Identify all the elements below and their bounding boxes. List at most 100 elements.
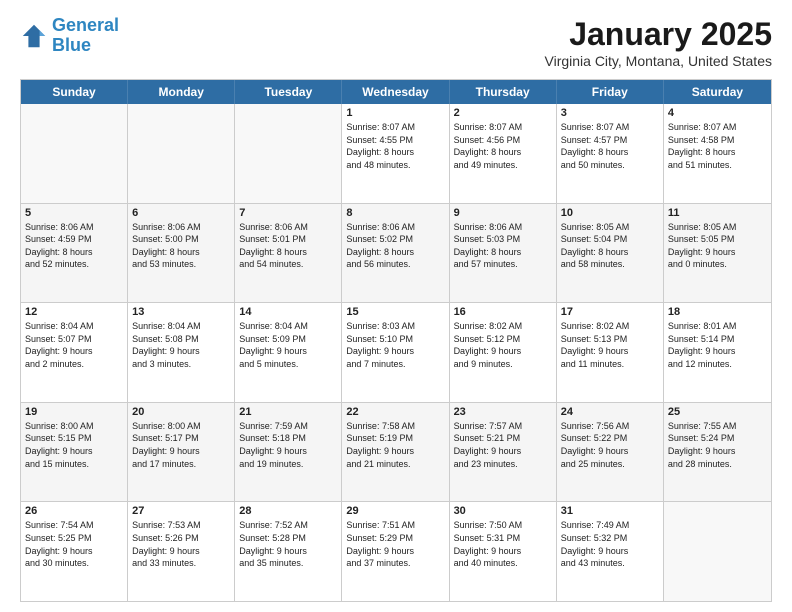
day-info: Sunrise: 8:04 AM Sunset: 5:09 PM Dayligh…: [239, 320, 337, 370]
logo-text: General Blue: [52, 16, 119, 56]
day-number: 30: [454, 505, 552, 517]
day-number: 8: [346, 207, 444, 219]
day-info: Sunrise: 8:06 AM Sunset: 5:02 PM Dayligh…: [346, 221, 444, 271]
month-title: January 2025: [545, 16, 773, 53]
day-number: 4: [668, 107, 767, 119]
day-info: Sunrise: 8:02 AM Sunset: 5:12 PM Dayligh…: [454, 320, 552, 370]
day-number: 3: [561, 107, 659, 119]
day-cell-29: 29Sunrise: 7:51 AM Sunset: 5:29 PM Dayli…: [342, 502, 449, 601]
logo: General Blue: [20, 16, 119, 56]
day-number: 31: [561, 505, 659, 517]
weekday-header-thursday: Thursday: [450, 80, 557, 104]
day-info: Sunrise: 7:51 AM Sunset: 5:29 PM Dayligh…: [346, 519, 444, 569]
day-info: Sunrise: 7:54 AM Sunset: 5:25 PM Dayligh…: [25, 519, 123, 569]
day-cell-31: 31 Sunrise: 7:49 AM Sunset: 5:32 PM Dayli…: [557, 502, 664, 601]
day-info: Sunrise: 7:53 AM Sunset: 5:26 PM Dayligh…: [132, 519, 230, 569]
day-cell-3: 3 Sunrise: 8:07 AM Sunset: 4:57 PM Daylig…: [557, 104, 664, 203]
day-cell-20: 20Sunrise: 8:00 AM Sunset: 5:17 PM Dayli…: [128, 403, 235, 502]
logo-line1: General: [52, 15, 119, 35]
subtitle: Virginia City, Montana, United States: [545, 53, 773, 69]
day-number: 26: [25, 505, 123, 517]
day-info: Sunrise: 8:00 AM Sunset: 5:15 PM Dayligh…: [25, 420, 123, 470]
day-number: 10: [561, 207, 659, 219]
day-info: Sunrise: 7:49 AM Sunset: 5:32 PM Dayligh…: [561, 519, 659, 569]
day-info: Sunrise: 8:03 AM Sunset: 5:10 PM Dayligh…: [346, 320, 444, 370]
title-block: January 2025 Virginia City, Montana, Uni…: [545, 16, 773, 69]
logo-line2: Blue: [52, 35, 91, 55]
day-cell-13: 13 Sunrise: 8:04 AM Sunset: 5:08 PM Dayli…: [128, 303, 235, 402]
day-number: 27: [132, 505, 230, 517]
day-info: Sunrise: 8:06 AM Sunset: 5:03 PM Dayligh…: [454, 221, 552, 271]
day-info: Sunrise: 7:58 AM Sunset: 5:19 PM Dayligh…: [346, 420, 444, 470]
day-number: 2: [454, 107, 552, 119]
empty-cell: [664, 502, 771, 601]
day-number: 9: [454, 207, 552, 219]
day-info: Sunrise: 7:59 AM Sunset: 5:18 PM Dayligh…: [239, 420, 337, 470]
day-info: Sunrise: 8:05 AM Sunset: 5:04 PM Dayligh…: [561, 221, 659, 271]
day-cell-25: 25 Sunrise: 7:55 AM Sunset: 5:24 PM Dayli…: [664, 403, 771, 502]
day-number: 12: [25, 306, 123, 318]
weekday-header-wednesday: Wednesday: [342, 80, 449, 104]
empty-cell: [235, 104, 342, 203]
day-info: Sunrise: 8:02 AM Sunset: 5:13 PM Dayligh…: [561, 320, 659, 370]
day-cell-11: 11Sunrise: 8:05 AM Sunset: 5:05 PM Dayli…: [664, 204, 771, 303]
day-number: 24: [561, 406, 659, 418]
calendar-header: SundayMondayTuesdayWednesdayThursdayFrid…: [21, 80, 771, 104]
day-number: 16: [454, 306, 552, 318]
day-cell-15: 15 Sunrise: 8:03 AM Sunset: 5:10 PM Dayli…: [342, 303, 449, 402]
day-cell-18: 18 Sunrise: 8:01 AM Sunset: 5:14 PM Dayli…: [664, 303, 771, 402]
day-number: 5: [25, 207, 123, 219]
day-cell-4: 4Sunrise: 8:07 AM Sunset: 4:58 PM Daylig…: [664, 104, 771, 203]
calendar-row-1: 1 Sunrise: 8:07 AM Sunset: 4:55 PM Daylig…: [21, 104, 771, 204]
calendar-row-2: 5 Sunrise: 8:06 AM Sunset: 4:59 PM Daylig…: [21, 204, 771, 304]
weekday-header-friday: Friday: [557, 80, 664, 104]
day-cell-22: 22 Sunrise: 7:58 AM Sunset: 5:19 PM Dayli…: [342, 403, 449, 502]
day-cell-2: 2Sunrise: 8:07 AM Sunset: 4:56 PM Daylig…: [450, 104, 557, 203]
day-cell-24: 24 Sunrise: 7:56 AM Sunset: 5:22 PM Dayli…: [557, 403, 664, 502]
day-info: Sunrise: 8:05 AM Sunset: 5:05 PM Dayligh…: [668, 221, 767, 271]
day-cell-6: 6Sunrise: 8:06 AM Sunset: 5:00 PM Daylig…: [128, 204, 235, 303]
day-number: 6: [132, 207, 230, 219]
day-info: Sunrise: 7:55 AM Sunset: 5:24 PM Dayligh…: [668, 420, 767, 470]
day-cell-28: 28Sunrise: 7:52 AM Sunset: 5:28 PM Dayli…: [235, 502, 342, 601]
day-cell-27: 27 Sunrise: 7:53 AM Sunset: 5:26 PM Dayli…: [128, 502, 235, 601]
weekday-header-sunday: Sunday: [21, 80, 128, 104]
day-number: 1: [346, 107, 444, 119]
day-info: Sunrise: 8:01 AM Sunset: 5:14 PM Dayligh…: [668, 320, 767, 370]
day-number: 22: [346, 406, 444, 418]
day-info: Sunrise: 8:07 AM Sunset: 4:57 PM Dayligh…: [561, 121, 659, 171]
day-cell-26: 26 Sunrise: 7:54 AM Sunset: 5:25 PM Dayli…: [21, 502, 128, 601]
day-info: Sunrise: 8:04 AM Sunset: 5:08 PM Dayligh…: [132, 320, 230, 370]
day-cell-8: 8 Sunrise: 8:06 AM Sunset: 5:02 PM Daylig…: [342, 204, 449, 303]
day-number: 15: [346, 306, 444, 318]
day-number: 19: [25, 406, 123, 418]
day-info: Sunrise: 7:56 AM Sunset: 5:22 PM Dayligh…: [561, 420, 659, 470]
day-cell-19: 19 Sunrise: 8:00 AM Sunset: 5:15 PM Dayli…: [21, 403, 128, 502]
header: General Blue January 2025 Virginia City,…: [20, 16, 772, 69]
day-number: 14: [239, 306, 337, 318]
day-number: 13: [132, 306, 230, 318]
day-info: Sunrise: 8:07 AM Sunset: 4:55 PM Dayligh…: [346, 121, 444, 171]
day-number: 17: [561, 306, 659, 318]
day-number: 18: [668, 306, 767, 318]
day-cell-7: 7Sunrise: 8:06 AM Sunset: 5:01 PM Daylig…: [235, 204, 342, 303]
calendar-row-4: 19 Sunrise: 8:00 AM Sunset: 5:15 PM Dayli…: [21, 403, 771, 503]
day-cell-14: 14 Sunrise: 8:04 AM Sunset: 5:09 PM Dayli…: [235, 303, 342, 402]
weekday-header-monday: Monday: [128, 80, 235, 104]
day-info: Sunrise: 8:04 AM Sunset: 5:07 PM Dayligh…: [25, 320, 123, 370]
day-number: 25: [668, 406, 767, 418]
day-number: 7: [239, 207, 337, 219]
empty-cell: [21, 104, 128, 203]
weekday-header-saturday: Saturday: [664, 80, 771, 104]
empty-cell: [128, 104, 235, 203]
day-cell-23: 23Sunrise: 7:57 AM Sunset: 5:21 PM Dayli…: [450, 403, 557, 502]
day-cell-1: 1 Sunrise: 8:07 AM Sunset: 4:55 PM Daylig…: [342, 104, 449, 203]
day-cell-16: 16 Sunrise: 8:02 AM Sunset: 5:12 PM Dayli…: [450, 303, 557, 402]
calendar-row-5: 26 Sunrise: 7:54 AM Sunset: 5:25 PM Dayli…: [21, 502, 771, 601]
calendar-body: 1 Sunrise: 8:07 AM Sunset: 4:55 PM Daylig…: [21, 104, 771, 601]
day-info: Sunrise: 8:06 AM Sunset: 4:59 PM Dayligh…: [25, 221, 123, 271]
day-info: Sunrise: 7:57 AM Sunset: 5:21 PM Dayligh…: [454, 420, 552, 470]
day-info: Sunrise: 7:50 AM Sunset: 5:31 PM Dayligh…: [454, 519, 552, 569]
day-cell-21: 21Sunrise: 7:59 AM Sunset: 5:18 PM Dayli…: [235, 403, 342, 502]
day-info: Sunrise: 7:52 AM Sunset: 5:28 PM Dayligh…: [239, 519, 337, 569]
